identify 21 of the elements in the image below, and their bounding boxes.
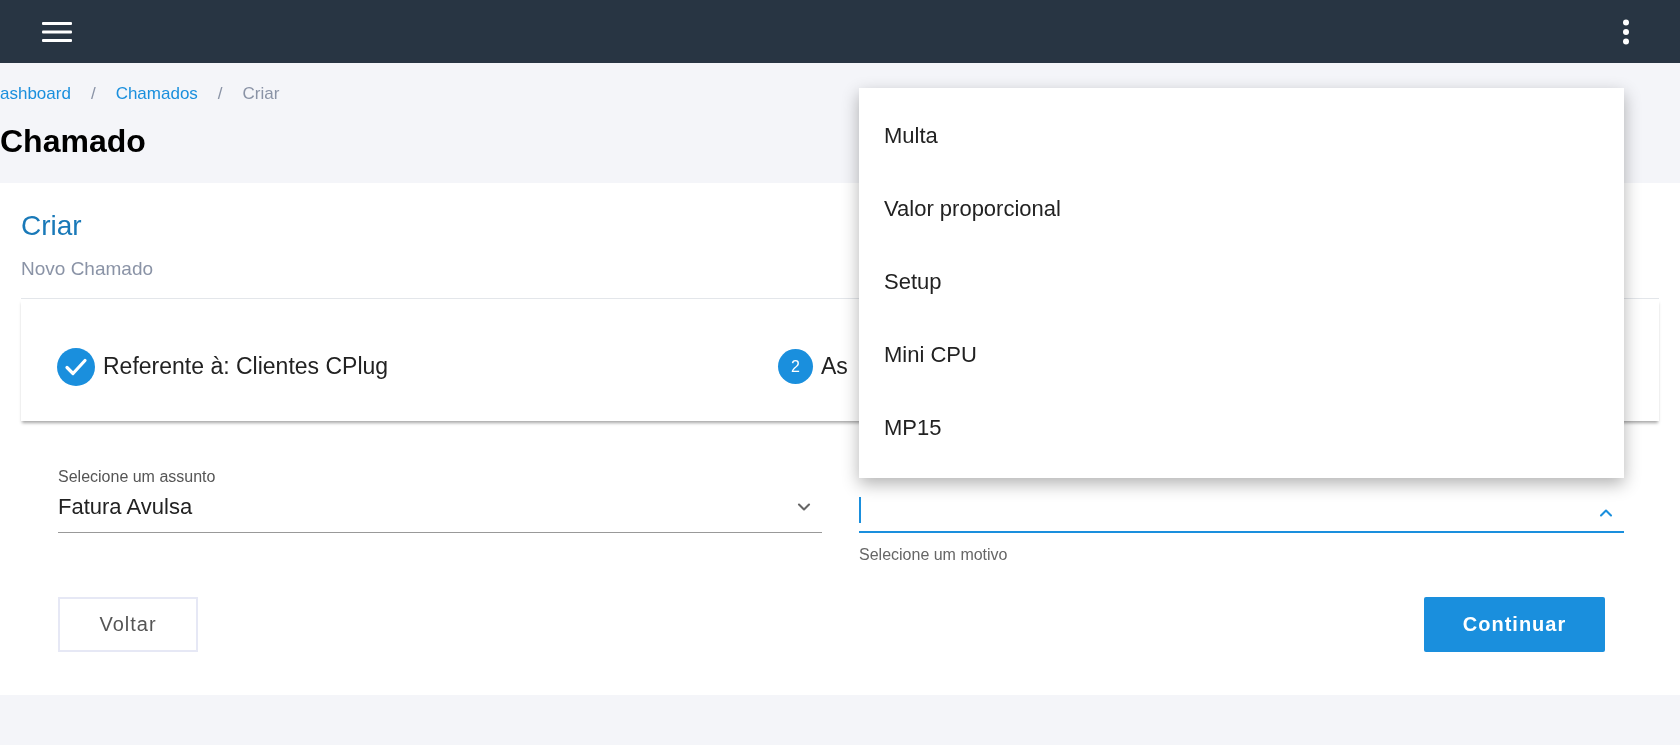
menu-icon[interactable] [42, 20, 72, 43]
field-label: Selecione um assunto [58, 466, 216, 487]
subject-select[interactable]: Selecione um assunto Fatura Avulsa [58, 466, 822, 533]
page-title: Chamado [0, 122, 146, 161]
breadcrumb-current: Criar [242, 83, 280, 106]
dropdown-option[interactable]: MP15 [859, 391, 1624, 464]
card-title: Criar [21, 209, 82, 243]
field-helper-text: Selecione um motivo [859, 544, 1008, 565]
dropdown-option[interactable]: Setup [859, 245, 1624, 318]
step-label: As [821, 352, 848, 382]
dropdown-option[interactable]: Valor proporcional [859, 172, 1624, 245]
step-number: 2 [778, 349, 813, 384]
card-subtitle: Novo Chamado [21, 257, 154, 281]
dropdown-option[interactable]: Multa [859, 99, 1624, 172]
breadcrumb-separator: / [217, 83, 223, 106]
breadcrumb-separator: / [90, 83, 96, 106]
step-label: Referente à: Clientes CPlug [103, 352, 389, 382]
field-value: Fatura Avulsa [58, 492, 193, 521]
back-button[interactable]: Voltar [58, 596, 198, 652]
more-options-icon[interactable] [1622, 18, 1630, 45]
dropdown-option[interactable]: Mini CPU [859, 318, 1624, 391]
